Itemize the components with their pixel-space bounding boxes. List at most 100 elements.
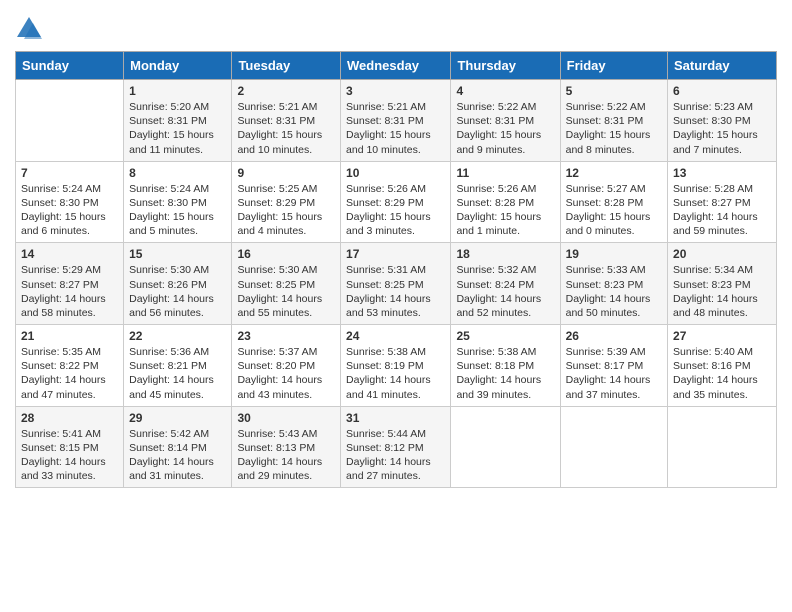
day-number: 9 bbox=[237, 166, 335, 180]
day-cell: 16Sunrise: 5:30 AM Sunset: 8:25 PM Dayli… bbox=[232, 243, 341, 325]
day-number: 30 bbox=[237, 411, 335, 425]
header-cell-thursday: Thursday bbox=[451, 52, 560, 80]
day-cell: 24 Sunrise: 5:38 AM Sunset: 8:19 PM Dayli… bbox=[341, 325, 451, 407]
day-info: Sunrise: 5:32 AM Sunset: 8:24 PM Dayligh… bbox=[456, 263, 554, 320]
day-info: Sunrise: 5:29 AM Sunset: 8:27 PM Dayligh… bbox=[21, 263, 118, 320]
day-cell: 21 Sunrise: 5:35 AM Sunset: 8:22 PM Dayli… bbox=[16, 325, 124, 407]
day-number: 10 bbox=[346, 166, 445, 180]
header-cell-friday: Friday bbox=[560, 52, 667, 80]
day-info: Sunrise: 5:44 AM Sunset: 8:12 PM Dayligh… bbox=[346, 427, 445, 484]
day-info: Sunrise: 5:20 AM Sunset: 8:31 PM Dayligh… bbox=[129, 100, 226, 157]
day-number: 7 bbox=[21, 166, 118, 180]
day-info: Sunrise: 5:31 AM Sunset: 8:25 PM Dayligh… bbox=[346, 263, 445, 320]
calendar-body: 1Sunrise: 5:20 AM Sunset: 8:31 PM Daylig… bbox=[16, 80, 777, 488]
day-info: Sunrise: 5:26 AM Sunset: 8:28 PM Dayligh… bbox=[456, 182, 554, 239]
week-row-5: 28 Sunrise: 5:41 AM Sunset: 8:15 PM Dayli… bbox=[16, 406, 777, 488]
logo-icon bbox=[15, 15, 43, 43]
day-info: Sunrise: 5:35 AM Sunset: 8:22 PM Dayligh… bbox=[21, 345, 118, 402]
day-info: Sunrise: 5:24 AM Sunset: 8:30 PM Dayligh… bbox=[129, 182, 226, 239]
day-number: 21 bbox=[21, 329, 118, 343]
week-row-3: 14 Sunrise: 5:29 AM Sunset: 8:27 PM Dayli… bbox=[16, 243, 777, 325]
day-number: 11 bbox=[456, 166, 554, 180]
calendar-table: SundayMondayTuesdayWednesdayThursdayFrid… bbox=[15, 51, 777, 488]
day-info: Sunrise: 5:33 AM Sunset: 8:23 PM Dayligh… bbox=[566, 263, 662, 320]
logo bbox=[15, 10, 47, 43]
day-cell: 4 Sunrise: 5:22 AM Sunset: 8:31 PM Daylig… bbox=[451, 80, 560, 162]
week-row-1: 1Sunrise: 5:20 AM Sunset: 8:31 PM Daylig… bbox=[16, 80, 777, 162]
header-cell-tuesday: Tuesday bbox=[232, 52, 341, 80]
day-info: Sunrise: 5:38 AM Sunset: 8:18 PM Dayligh… bbox=[456, 345, 554, 402]
day-info: Sunrise: 5:28 AM Sunset: 8:27 PM Dayligh… bbox=[673, 182, 771, 239]
day-info: Sunrise: 5:21 AM Sunset: 8:31 PM Dayligh… bbox=[237, 100, 335, 157]
day-cell: 27Sunrise: 5:40 AM Sunset: 8:16 PM Dayli… bbox=[668, 325, 777, 407]
day-cell: 13 Sunrise: 5:28 AM Sunset: 8:27 PM Dayli… bbox=[668, 161, 777, 243]
day-number: 26 bbox=[566, 329, 662, 343]
day-number: 8 bbox=[129, 166, 226, 180]
day-cell: 15 Sunrise: 5:30 AM Sunset: 8:26 PM Dayli… bbox=[124, 243, 232, 325]
day-cell bbox=[451, 406, 560, 488]
day-number: 16 bbox=[237, 247, 335, 261]
day-cell: 29 Sunrise: 5:42 AM Sunset: 8:14 PM Dayli… bbox=[124, 406, 232, 488]
day-number: 4 bbox=[456, 84, 554, 98]
day-info: Sunrise: 5:24 AM Sunset: 8:30 PM Dayligh… bbox=[21, 182, 118, 239]
day-info: Sunrise: 5:37 AM Sunset: 8:20 PM Dayligh… bbox=[237, 345, 335, 402]
day-cell: 14 Sunrise: 5:29 AM Sunset: 8:27 PM Dayli… bbox=[16, 243, 124, 325]
day-cell: 28 Sunrise: 5:41 AM Sunset: 8:15 PM Dayli… bbox=[16, 406, 124, 488]
day-cell: 3 Sunrise: 5:21 AM Sunset: 8:31 PM Daylig… bbox=[341, 80, 451, 162]
day-cell: 18Sunrise: 5:32 AM Sunset: 8:24 PM Dayli… bbox=[451, 243, 560, 325]
header-cell-saturday: Saturday bbox=[668, 52, 777, 80]
day-info: Sunrise: 5:38 AM Sunset: 8:19 PM Dayligh… bbox=[346, 345, 445, 402]
day-info: Sunrise: 5:42 AM Sunset: 8:14 PM Dayligh… bbox=[129, 427, 226, 484]
day-number: 27 bbox=[673, 329, 771, 343]
day-number: 2 bbox=[237, 84, 335, 98]
day-number: 19 bbox=[566, 247, 662, 261]
day-cell: 5 Sunrise: 5:22 AM Sunset: 8:31 PM Daylig… bbox=[560, 80, 667, 162]
day-number: 12 bbox=[566, 166, 662, 180]
day-cell: 25 Sunrise: 5:38 AM Sunset: 8:18 PM Dayli… bbox=[451, 325, 560, 407]
day-number: 17 bbox=[346, 247, 445, 261]
day-cell: 23 Sunrise: 5:37 AM Sunset: 8:20 PM Dayli… bbox=[232, 325, 341, 407]
day-info: Sunrise: 5:23 AM Sunset: 8:30 PM Dayligh… bbox=[673, 100, 771, 157]
day-cell bbox=[668, 406, 777, 488]
day-cell: 17 Sunrise: 5:31 AM Sunset: 8:25 PM Dayli… bbox=[341, 243, 451, 325]
header-cell-wednesday: Wednesday bbox=[341, 52, 451, 80]
day-cell: 31Sunrise: 5:44 AM Sunset: 8:12 PM Dayli… bbox=[341, 406, 451, 488]
day-cell: 26Sunrise: 5:39 AM Sunset: 8:17 PM Dayli… bbox=[560, 325, 667, 407]
day-cell: 20 Sunrise: 5:34 AM Sunset: 8:23 PM Dayli… bbox=[668, 243, 777, 325]
day-info: Sunrise: 5:21 AM Sunset: 8:31 PM Dayligh… bbox=[346, 100, 445, 157]
day-info: Sunrise: 5:22 AM Sunset: 8:31 PM Dayligh… bbox=[456, 100, 554, 157]
day-number: 25 bbox=[456, 329, 554, 343]
day-info: Sunrise: 5:22 AM Sunset: 8:31 PM Dayligh… bbox=[566, 100, 662, 157]
day-number: 28 bbox=[21, 411, 118, 425]
day-number: 24 bbox=[346, 329, 445, 343]
day-number: 22 bbox=[129, 329, 226, 343]
day-info: Sunrise: 5:41 AM Sunset: 8:15 PM Dayligh… bbox=[21, 427, 118, 484]
header-row: SundayMondayTuesdayWednesdayThursdayFrid… bbox=[16, 52, 777, 80]
day-number: 20 bbox=[673, 247, 771, 261]
day-cell bbox=[560, 406, 667, 488]
day-cell bbox=[16, 80, 124, 162]
day-number: 15 bbox=[129, 247, 226, 261]
day-number: 13 bbox=[673, 166, 771, 180]
day-cell: 19 Sunrise: 5:33 AM Sunset: 8:23 PM Dayli… bbox=[560, 243, 667, 325]
week-row-4: 21 Sunrise: 5:35 AM Sunset: 8:22 PM Dayli… bbox=[16, 325, 777, 407]
day-number: 3 bbox=[346, 84, 445, 98]
day-cell: 1Sunrise: 5:20 AM Sunset: 8:31 PM Daylig… bbox=[124, 80, 232, 162]
day-info: Sunrise: 5:25 AM Sunset: 8:29 PM Dayligh… bbox=[237, 182, 335, 239]
day-number: 5 bbox=[566, 84, 662, 98]
day-info: Sunrise: 5:43 AM Sunset: 8:13 PM Dayligh… bbox=[237, 427, 335, 484]
day-cell: 10 Sunrise: 5:26 AM Sunset: 8:29 PM Dayli… bbox=[341, 161, 451, 243]
day-cell: 7 Sunrise: 5:24 AM Sunset: 8:30 PM Daylig… bbox=[16, 161, 124, 243]
day-cell: 9 Sunrise: 5:25 AM Sunset: 8:29 PM Daylig… bbox=[232, 161, 341, 243]
day-cell: 12Sunrise: 5:27 AM Sunset: 8:28 PM Dayli… bbox=[560, 161, 667, 243]
page-header bbox=[15, 10, 777, 43]
day-info: Sunrise: 5:26 AM Sunset: 8:29 PM Dayligh… bbox=[346, 182, 445, 239]
header-cell-monday: Monday bbox=[124, 52, 232, 80]
calendar-header: SundayMondayTuesdayWednesdayThursdayFrid… bbox=[16, 52, 777, 80]
day-number: 23 bbox=[237, 329, 335, 343]
day-number: 14 bbox=[21, 247, 118, 261]
day-number: 29 bbox=[129, 411, 226, 425]
day-info: Sunrise: 5:34 AM Sunset: 8:23 PM Dayligh… bbox=[673, 263, 771, 320]
day-info: Sunrise: 5:30 AM Sunset: 8:26 PM Dayligh… bbox=[129, 263, 226, 320]
day-cell: 22Sunrise: 5:36 AM Sunset: 8:21 PM Dayli… bbox=[124, 325, 232, 407]
